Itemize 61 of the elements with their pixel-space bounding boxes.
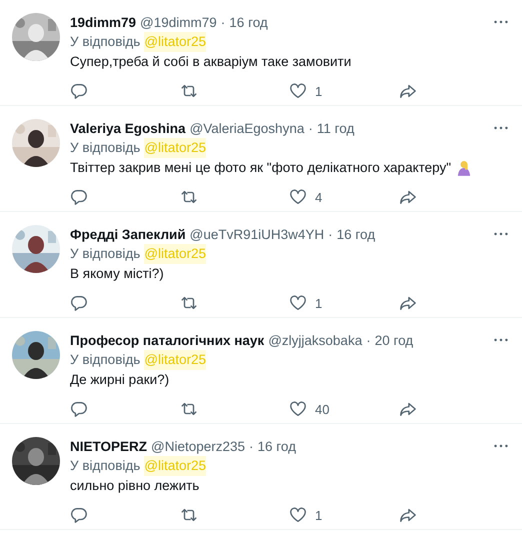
timestamp[interactable]: 16 год (258, 438, 296, 454)
retweet-icon[interactable] (180, 506, 198, 524)
user-handle[interactable]: @Nietoperz235 (151, 438, 246, 454)
like-count: 40 (315, 402, 330, 416)
reply-icon[interactable] (70, 188, 88, 206)
retweet-icon[interactable] (180, 294, 198, 312)
user-name[interactable]: Фредді Запеклий (70, 226, 186, 242)
like-icon[interactable] (289, 188, 307, 206)
share-icon[interactable] (398, 188, 416, 206)
more-icon[interactable] (494, 338, 508, 342)
timestamp[interactable]: 16 год (229, 14, 268, 30)
reply-label: У відповідь (70, 351, 140, 369)
reply-text: Супер,треба й собі в акваріум таке замовити (70, 53, 352, 71)
like-count: 1 (315, 508, 322, 522)
like-count: 1 (315, 296, 322, 310)
separator-dot: · (328, 226, 333, 242)
separator-dot: · (249, 438, 254, 454)
user-handle[interactable]: @19dimm79 (140, 14, 217, 30)
timestamp[interactable]: 11 год (316, 120, 354, 136)
retweet-icon[interactable] (180, 82, 198, 100)
retweet-icon[interactable] (180, 400, 198, 418)
more-icon[interactable] (494, 444, 508, 448)
person-icon (457, 160, 472, 176)
more-icon[interactable] (494, 232, 508, 236)
reply-label: У відповідь (70, 33, 140, 51)
like-icon[interactable] (289, 294, 307, 312)
user-name[interactable]: NIETOPERZ (70, 438, 148, 454)
user-handle[interactable]: @ValeriaEgoshyna (190, 120, 304, 136)
like-icon[interactable] (289, 506, 307, 524)
reply-text: Твіттер закрив мені це фото як "фото делікатного характеру" (70, 159, 452, 177)
share-icon[interactable] (398, 82, 416, 100)
separator-dot: · (308, 120, 313, 136)
separator-dot: · (366, 332, 371, 348)
retweet-icon[interactable] (180, 188, 198, 206)
share-icon[interactable] (398, 294, 416, 312)
reply-label: У відповідь (70, 245, 140, 263)
reply-icon[interactable] (70, 400, 88, 418)
like-count: 1 (315, 84, 322, 98)
like-icon[interactable] (289, 82, 307, 100)
share-icon[interactable] (398, 506, 416, 524)
like-icon[interactable] (289, 400, 307, 418)
like-count: 4 (315, 190, 322, 204)
user-name[interactable]: Професор паталогічних наук (70, 332, 264, 348)
user-handle[interactable]: @ueTvR91iUH3w4YH (190, 226, 324, 242)
reply-text: сильно рівно лежить (70, 477, 200, 495)
timestamp[interactable]: 16 год (336, 226, 376, 242)
more-icon[interactable] (494, 126, 508, 130)
reply-label: У відповідь (70, 139, 140, 157)
user-name[interactable]: 19dimm79 (70, 14, 136, 30)
reply-label: У відповідь (70, 457, 140, 475)
share-icon[interactable] (398, 400, 416, 418)
reply-text: В якому місті?) (70, 265, 164, 283)
separator-dot: · (220, 14, 226, 30)
user-name[interactable]: Valeriya Egoshina (70, 120, 186, 136)
reply-icon[interactable] (70, 82, 88, 100)
reply-icon[interactable] (70, 506, 88, 524)
reply-text: Де жирні раки?) (70, 371, 170, 389)
timestamp[interactable]: 20 год (374, 332, 414, 348)
more-icon[interactable] (494, 20, 508, 24)
reply-icon[interactable] (70, 294, 88, 312)
user-handle[interactable]: @zlyjjaksobaka (268, 332, 362, 348)
